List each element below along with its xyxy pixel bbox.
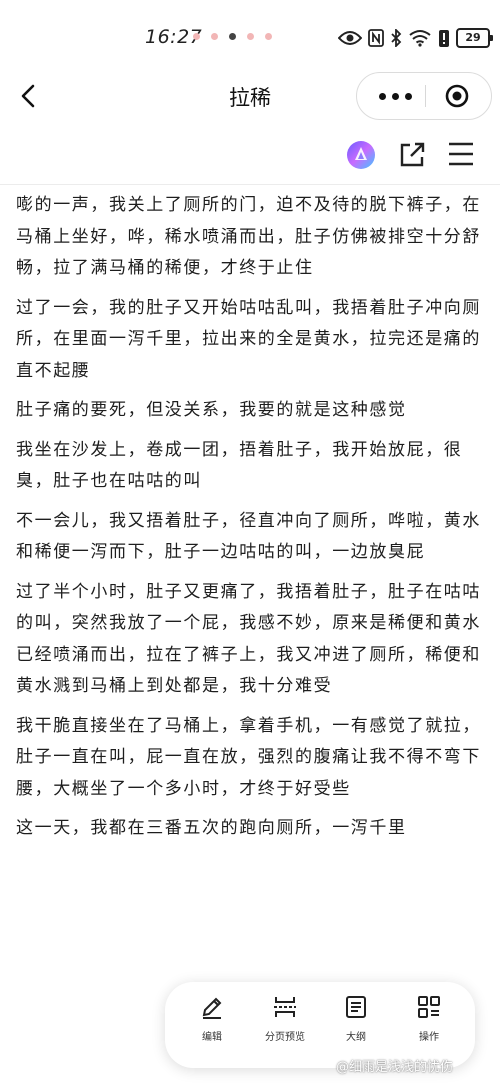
wifi-icon [409, 30, 431, 47]
page-preview-label: 分页预览 [265, 1032, 305, 1043]
chevron-left-icon[interactable] [14, 80, 44, 112]
more-dots-icon[interactable] [375, 91, 415, 101]
nfc-icon [368, 29, 384, 47]
notification-dot-icon [211, 33, 218, 40]
status-bar: 16:27 29 [0, 0, 500, 72]
paragraph: 我干脆直接坐在了马桶上，拿着手机，一有感觉了就拉，肚子一直在叫，屁一直在放，强烈… [16, 715, 481, 799]
page-split-icon [274, 997, 296, 1017]
outline-button[interactable]: 大纲 [325, 994, 387, 1054]
notification-dot-icon [247, 33, 254, 40]
notification-dot-icon [193, 33, 200, 40]
notification-icons [193, 33, 272, 40]
header-divider [0, 184, 500, 185]
paragraph: 嘭的一声，我关上了厕所的门，迫不及待的脱下裤子，在马桶上坐好，哗，稀水喷涌而出，… [16, 195, 481, 278]
document-body: 嘭的一声，我关上了厕所的门，迫不及待的脱下裤子，在马桶上坐好，哗，稀水喷涌而出，… [16, 190, 486, 853]
menu-icon[interactable] [447, 141, 475, 167]
paragraph: 过了一会，我的肚子又开始咕咕乱叫，我捂着肚子冲向厕所，在里面一泻千里，拉出来的全… [16, 297, 481, 381]
watermark: @细雨是浅浅的忧伤 [336, 1060, 454, 1075]
battery-level: 29 [465, 31, 481, 44]
paragraph: 这一天，我都在三番五次的跑向厕所，一泻千里 [16, 818, 407, 838]
paragraph: 过了半个小时，肚子又更痛了，我捂着肚子，肚子在咕咕的叫，突然我放了一个屁，我感不… [16, 581, 481, 697]
notification-dot-icon [229, 33, 236, 40]
paragraph: 不一会儿，我又捂着肚子，径直冲向了厕所，哗啦，黄水和稀便一泻而下，肚子一边咕咕的… [16, 510, 481, 563]
outline-label: 大纲 [346, 1032, 366, 1043]
grid-operate-icon [418, 996, 440, 1018]
edit-label: 编辑 [202, 1032, 222, 1043]
nav-header: 拉稀 [0, 72, 500, 120]
notification-dot-icon [265, 33, 272, 40]
mini-program-capsule [356, 72, 492, 120]
system-icons: 29 [338, 26, 493, 50]
paragraph: 我坐在沙发上，卷成一团，捂着肚子，我开始放屁，很臭，肚子也在咕咕的叫 [16, 439, 463, 492]
edit-button[interactable]: 编辑 [181, 994, 243, 1054]
pencil-icon [202, 997, 222, 1019]
page-preview-button[interactable]: 分页预览 [254, 994, 316, 1054]
ai-assistant-icon[interactable] [346, 140, 376, 170]
doc-toolbar [0, 132, 500, 180]
share-icon[interactable] [397, 140, 427, 170]
paragraph: 肚子痛的要死，但没关系，我要的就是这种感觉 [16, 400, 407, 420]
outline-list-icon [346, 996, 366, 1018]
bluetooth-icon [391, 29, 402, 47]
operate-label: 操作 [419, 1032, 439, 1043]
operate-button[interactable]: 操作 [398, 994, 460, 1054]
eye-icon [338, 31, 362, 45]
battery-alert-icon [439, 30, 449, 47]
target-close-icon[interactable] [445, 84, 469, 108]
capsule-divider [425, 85, 426, 107]
battery-icon: 29 [456, 28, 493, 48]
